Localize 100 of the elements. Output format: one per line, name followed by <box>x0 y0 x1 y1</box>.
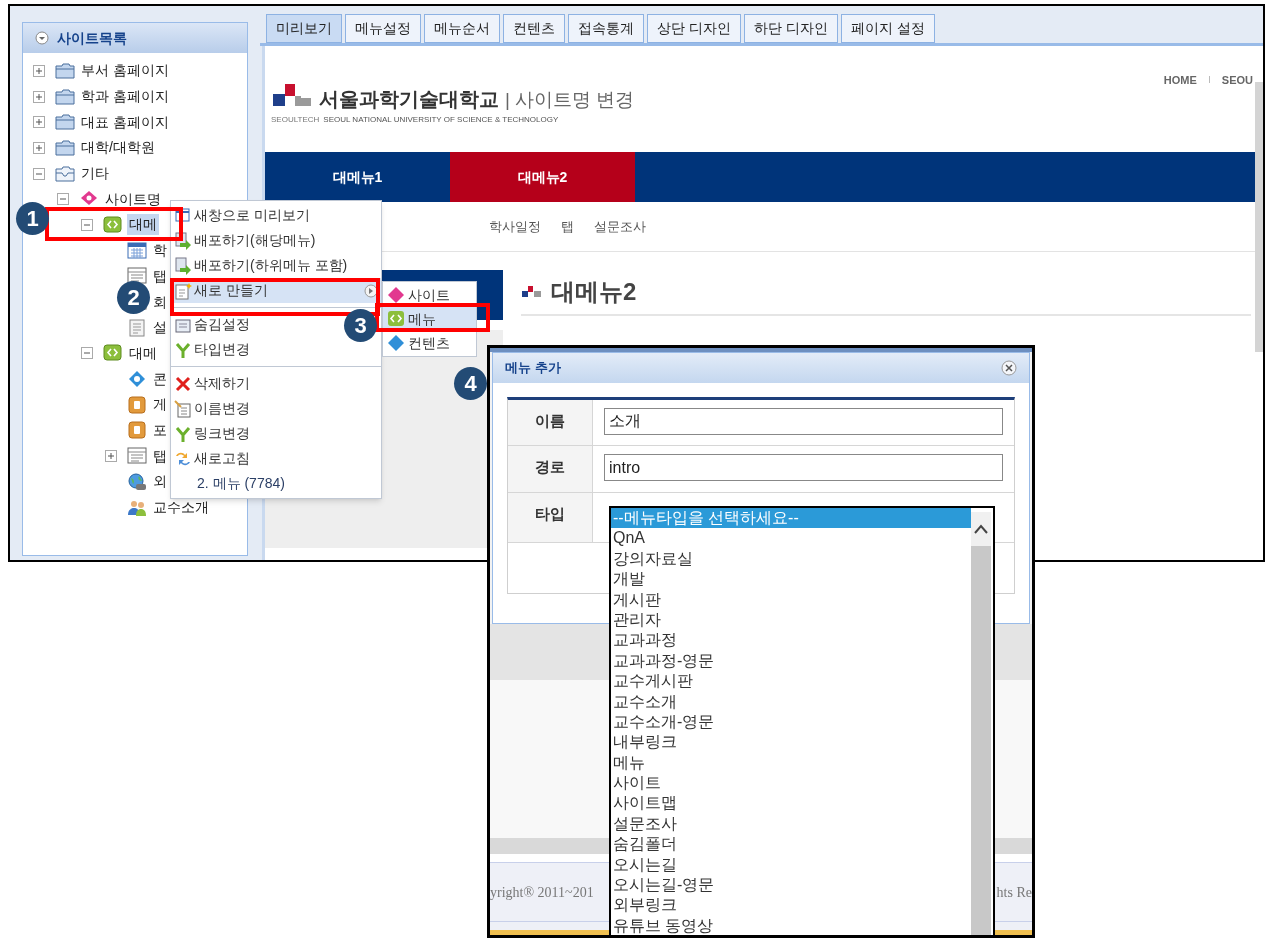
tab[interactable]: 메뉴설정 <box>345 14 421 43</box>
collapse-toggle[interactable] <box>81 347 93 360</box>
diamond-icon <box>387 286 405 304</box>
tab[interactable]: 하단 디자인 <box>743 14 838 43</box>
tree-item[interactable]: 회 <box>151 291 169 313</box>
listbox-option[interactable]: 관리자 <box>611 609 971 631</box>
nav-item[interactable]: 대메뉴2 <box>450 152 635 202</box>
collapse-toggle[interactable] <box>33 167 45 180</box>
tree-item[interactable]: 사이트명 <box>103 188 163 210</box>
tree-item[interactable]: 학 <box>151 240 169 262</box>
listbox-option[interactable]: 유튜브 동영상 <box>611 915 971 935</box>
expand-toggle[interactable] <box>33 141 45 154</box>
listbox-option[interactable]: 강의자료실 <box>611 548 971 570</box>
type-listbox[interactable]: --메뉴타입을 선택하세요-- QnA 강의자료실 개발 게시판 관리자 교과과정 교과과정-영문 교수게시판 교수소개 교수소개-영문 내부링크 메뉴 사이트 사이트맵 설문조사 숨김폴더 오시는길 오시는길-영문 외부링크 유튜브 동영상 <box>609 506 995 935</box>
context-menu-item[interactable]: 이름변경 <box>171 396 381 421</box>
tab[interactable]: 미리보기 <box>266 14 342 43</box>
expand-toggle[interactable] <box>105 450 117 463</box>
code-brackets-icon <box>387 310 405 328</box>
diamond-icon <box>387 334 405 352</box>
tree-item[interactable]: 외 <box>151 471 169 493</box>
close-icon[interactable] <box>1001 360 1017 376</box>
diamond-icon <box>127 370 147 389</box>
tree-item[interactable]: 설 <box>151 317 169 339</box>
tree-item[interactable]: 대메 <box>127 342 159 364</box>
collapse-toggle[interactable] <box>57 193 69 206</box>
listbox-option[interactable]: 오시는길 <box>611 854 971 876</box>
logo-subtitle: SEOUL NATIONAL UNIVERSITY OF SCIENCE & TECHNOLOGY <box>323 114 559 126</box>
context-menu-item[interactable]: 배포하기(하위메뉴 포함) <box>171 253 381 278</box>
sub-menu-link[interactable]: 설문조사 <box>594 216 646 237</box>
open-folder-icon <box>55 164 75 183</box>
folder-icon <box>55 61 75 80</box>
tree-item[interactable]: 대표 홈페이지 <box>79 111 171 133</box>
context-menu-item[interactable]: 새로고침 <box>171 446 381 471</box>
text-field[interactable]: intro <box>604 454 1003 481</box>
tab[interactable]: 컨텐츠 <box>503 14 565 43</box>
scrollbar[interactable] <box>971 512 991 935</box>
tab[interactable]: 페이지 설정 <box>840 14 935 43</box>
collapse-toggle[interactable] <box>81 218 93 231</box>
submenu-item[interactable]: 컨텐츠 <box>383 331 476 355</box>
new-document-icon <box>174 281 192 300</box>
copyright-text: hts Re <box>996 883 1032 902</box>
top-link[interactable]: HOME <box>1163 72 1197 89</box>
listbox-option[interactable]: QnA <box>611 528 971 549</box>
listbox-option[interactable]: 사이트맵 <box>611 793 971 814</box>
sub-menu-link[interactable]: 학사일정 <box>489 216 541 237</box>
listbox-option[interactable]: 게시판 <box>611 589 971 610</box>
listbox-option[interactable]: 설문조사 <box>611 813 971 835</box>
logo-name: 서울과학기술대학교 <box>319 87 499 112</box>
tree-item[interactable]: 부서 홈페이지 <box>79 60 171 82</box>
code-brackets-icon <box>103 344 123 363</box>
tree-item[interactable]: 교수소개 <box>151 497 211 519</box>
tree-item[interactable]: 학과 홈페이지 <box>79 86 171 108</box>
expand-toggle[interactable] <box>33 90 45 103</box>
scrollbar[interactable] <box>1255 82 1263 352</box>
copyright-text: yright® 2011~201 <box>490 883 594 902</box>
listbox-option[interactable]: 교과과정 <box>611 630 971 651</box>
listbox-option[interactable]: 교수소개-영문 <box>611 711 971 733</box>
globe-icon <box>127 472 147 491</box>
listbox-option[interactable]: 사이트 <box>611 773 971 794</box>
listbox-option[interactable]: 교과과정-영문 <box>611 650 971 672</box>
listbox-option[interactable]: 오시는길-영문 <box>611 875 971 896</box>
field-label: 이름 <box>508 400 593 445</box>
expand-toggle[interactable] <box>33 116 45 129</box>
tree-item[interactable]: 탭 <box>151 265 169 287</box>
tree-item[interactable]: 포 <box>151 419 169 441</box>
listbox-option[interactable]: 메뉴 <box>611 752 971 774</box>
deploy-icon <box>174 256 192 275</box>
listbox-option[interactable]: 외부링크 <box>611 895 971 916</box>
text-field[interactable]: 소개 <box>604 408 1003 435</box>
tab[interactable]: 메뉴순서 <box>424 14 500 43</box>
page-title: 대메뉴2 <box>551 277 637 307</box>
listbox-option[interactable]: 교수게시판 <box>611 671 971 692</box>
tab[interactable]: 상단 디자인 <box>647 14 741 43</box>
context-menu-item[interactable]: 새창으로 미리보기 <box>171 203 381 228</box>
submenu-item[interactable]: 메뉴 <box>383 307 476 331</box>
expand-toggle[interactable] <box>33 64 45 77</box>
tree-item[interactable]: 대학/대학원 <box>79 137 157 159</box>
folder-icon <box>55 113 75 132</box>
listbox-option[interactable]: 교수소개 <box>611 691 971 712</box>
context-menu-item[interactable]: 삭제하기 <box>171 371 381 396</box>
window-icon <box>127 447 147 466</box>
collapse-icon <box>35 31 49 45</box>
context-menu-item[interactable]: 링크변경 <box>171 421 381 446</box>
tree-item[interactable]: 게 <box>151 394 169 416</box>
field-label: 타입 <box>508 493 593 542</box>
tree-item[interactable]: 콘 <box>151 368 169 390</box>
tree-item[interactable]: 탭 <box>151 445 169 467</box>
context-menu-item[interactable]: 2. 메뉴 (7784) <box>171 471 381 496</box>
dialog-title: 메뉴 추가 <box>505 359 561 378</box>
tree-item[interactable]: 기타 <box>79 163 111 185</box>
listbox-option[interactable]: 개발 <box>611 569 971 590</box>
tab[interactable]: 접속통계 <box>568 14 644 43</box>
context-menu-item[interactable]: 배포하기(해당메뉴) <box>171 228 381 253</box>
listbox-option[interactable]: 숨김폴더 <box>611 834 971 855</box>
sub-menu-link[interactable]: 탭 <box>561 216 574 237</box>
submenu-item[interactable]: 사이트 <box>383 283 476 307</box>
rename-icon <box>174 399 192 418</box>
listbox-option[interactable]: 내부링크 <box>611 732 971 753</box>
top-link[interactable]: SEOU <box>1221 72 1253 89</box>
tree-item[interactable]: 대메 <box>127 214 159 236</box>
